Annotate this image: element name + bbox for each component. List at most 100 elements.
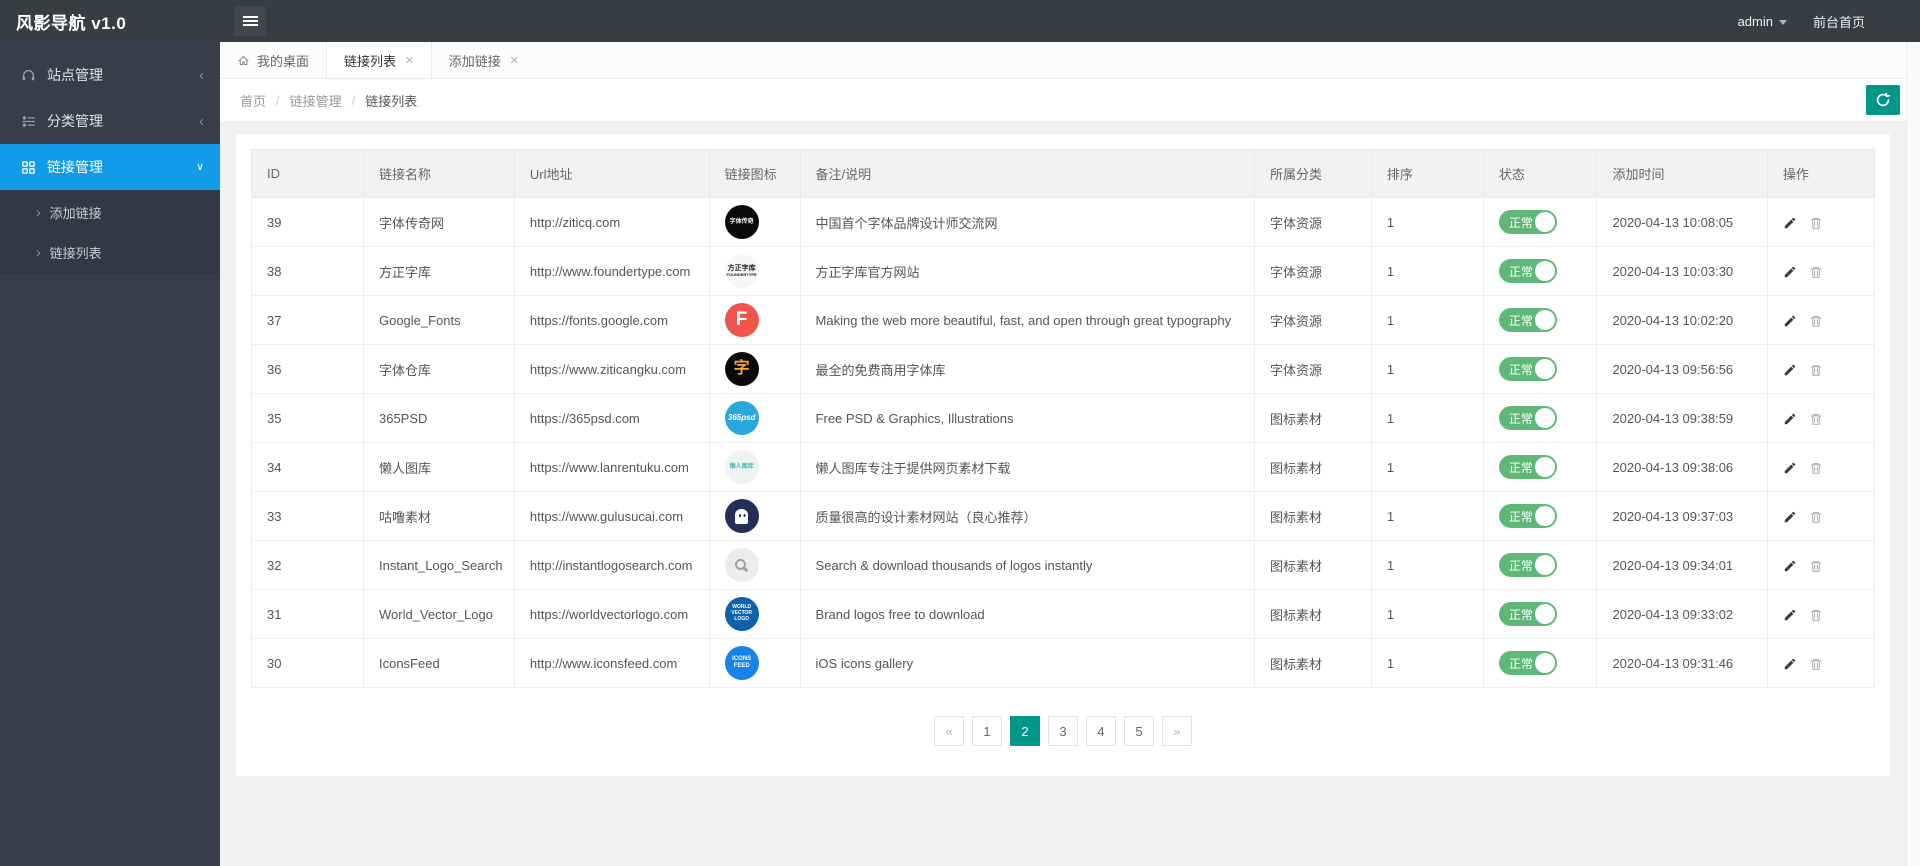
scrollbar-track[interactable]: [1906, 42, 1920, 866]
sidebar-subitem-label: 添加链接: [49, 205, 102, 221]
delete-button[interactable]: [1809, 314, 1823, 328]
edit-button[interactable]: [1783, 314, 1797, 328]
page-next-button[interactable]: »: [1162, 716, 1192, 746]
cell-status: 正常: [1482, 491, 1598, 541]
cell-actions: [1766, 491, 1876, 541]
breadcrumb-item[interactable]: 首页: [240, 91, 266, 110]
menu-toggle-button[interactable]: [234, 6, 266, 36]
column-header: ID: [251, 149, 364, 198]
delete-button[interactable]: [1809, 461, 1823, 475]
edit-button[interactable]: [1783, 461, 1797, 475]
tab-link-list[interactable]: 链接列表 ×: [326, 42, 432, 78]
page-button[interactable]: 3: [1048, 716, 1078, 746]
cell-order: 1: [1370, 589, 1484, 639]
ghost-glyph: [735, 508, 749, 524]
edit-button[interactable]: [1783, 265, 1797, 279]
breadcrumb-bar: 首页 / 链接管理 / 链接列表: [220, 79, 1920, 121]
status-toggle[interactable]: 正常: [1498, 357, 1557, 381]
status-toggle[interactable]: 正常: [1498, 602, 1557, 626]
tab-my-desktop[interactable]: 我的桌面: [220, 42, 326, 78]
table-row: 32 Instant_Logo_Search http://instantlogos…: [251, 540, 1876, 590]
sidebar-item-category[interactable]: 分类管理 ‹: [0, 98, 220, 144]
delete-button[interactable]: [1809, 559, 1823, 573]
cell-id: 32: [251, 540, 364, 590]
edit-button[interactable]: [1783, 412, 1797, 426]
tab-close-icon[interactable]: ×: [510, 53, 519, 68]
cell-id: 35: [251, 393, 364, 443]
breadcrumb-item[interactable]: 链接管理: [290, 91, 342, 110]
cell-note: Free PSD & Graphics, Illustrations: [799, 393, 1256, 443]
column-header: 状态: [1482, 149, 1598, 198]
refresh-icon: [1875, 92, 1891, 108]
refresh-button[interactable]: [1866, 85, 1900, 115]
table-row: 33 咕噜素材 https://www.gulusucai.com 质量很高的设计素材…: [251, 491, 1876, 541]
edit-button[interactable]: [1783, 657, 1797, 671]
page-button[interactable]: 2: [1010, 716, 1040, 746]
page-prev-button[interactable]: «: [934, 716, 964, 746]
status-toggle[interactable]: 正常: [1498, 210, 1557, 234]
page-button[interactable]: 1: [972, 716, 1002, 746]
sidebar-subitem[interactable]: › 链接列表: [0, 232, 220, 272]
breadcrumb: 首页 / 链接管理 / 链接列表: [240, 91, 417, 110]
status-label: 正常: [1508, 313, 1533, 328]
pagination: « 1 2 3 4 5 »: [251, 716, 1875, 746]
status-toggle[interactable]: 正常: [1498, 406, 1557, 430]
cell-icon: WORLD VECTOR LOGO: [708, 589, 801, 639]
table-row: 35 365PSD https://365psd.com 365psd Free PSD…: [251, 393, 1876, 443]
status-toggle[interactable]: 正常: [1498, 308, 1557, 332]
status-toggle[interactable]: 正常: [1498, 553, 1557, 577]
edit-button[interactable]: [1783, 608, 1797, 622]
page-button[interactable]: 5: [1124, 716, 1154, 746]
column-header: 所属分类: [1254, 149, 1372, 198]
edit-button[interactable]: [1783, 363, 1797, 377]
cell-category: 图标素材: [1254, 442, 1372, 492]
cell-url: https://www.lanrentuku.com: [513, 442, 710, 492]
column-header: 添加时间: [1596, 149, 1768, 198]
cell-name: 咕噜素材: [362, 491, 515, 541]
status-toggle[interactable]: 正常: [1498, 651, 1557, 675]
sidebar-subitem[interactable]: › 添加链接: [0, 192, 220, 232]
cell-category: 字体资源: [1254, 197, 1372, 247]
sidebar-item-link[interactable]: 链接管理 ∨: [0, 144, 220, 190]
cell-name: World_Vector_Logo: [362, 589, 515, 639]
edit-button[interactable]: [1783, 559, 1797, 573]
delete-button[interactable]: [1809, 608, 1823, 622]
toggle-knob: [1534, 457, 1555, 477]
front-home-link[interactable]: 前台首页: [1813, 12, 1865, 31]
column-header: 操作: [1766, 149, 1876, 198]
delete-button[interactable]: [1809, 363, 1823, 377]
cell-time: 2020-04-13 09:37:03: [1596, 491, 1768, 541]
delete-button[interactable]: [1809, 265, 1823, 279]
delete-button[interactable]: [1809, 216, 1823, 230]
table-row: 34 懒人图库 https://www.lanrentuku.com 懒人图库 懒人图库…: [251, 442, 1876, 492]
toggle-knob: [1534, 359, 1555, 379]
cell-time: 2020-04-13 09:56:56: [1596, 344, 1768, 394]
cell-note: 质量很高的设计素材网站（良心推荐）: [799, 491, 1256, 541]
cell-order: 1: [1370, 246, 1484, 296]
cell-id: 39: [251, 197, 364, 247]
edit-button[interactable]: [1783, 216, 1797, 230]
tab-close-icon[interactable]: ×: [405, 53, 414, 68]
status-toggle[interactable]: 正常: [1498, 259, 1557, 283]
status-label: 正常: [1508, 607, 1533, 622]
sidebar-item-site[interactable]: 站点管理 ‹: [0, 52, 220, 98]
page-button[interactable]: 4: [1086, 716, 1116, 746]
cell-icon: ICONS FEED: [708, 638, 801, 688]
edit-button[interactable]: [1783, 510, 1797, 524]
delete-button[interactable]: [1809, 510, 1823, 524]
user-menu[interactable]: admin: [1738, 14, 1787, 29]
status-toggle[interactable]: 正常: [1498, 504, 1557, 528]
cell-url: http://www.iconsfeed.com: [513, 638, 710, 688]
cell-note: 方正字库官方网站: [799, 246, 1256, 296]
tab-add-link[interactable]: 添加链接 ×: [432, 42, 536, 78]
cell-order: 1: [1370, 344, 1484, 394]
cell-url: http://www.foundertype.com: [513, 246, 710, 296]
delete-button[interactable]: [1809, 657, 1823, 671]
cell-icon: 365psd: [708, 393, 801, 443]
cell-time: 2020-04-13 09:33:02: [1596, 589, 1768, 639]
cell-id: 36: [251, 344, 364, 394]
cell-status: 正常: [1482, 295, 1598, 345]
status-toggle[interactable]: 正常: [1498, 455, 1557, 479]
delete-button[interactable]: [1809, 412, 1823, 426]
cell-icon: [708, 540, 801, 590]
